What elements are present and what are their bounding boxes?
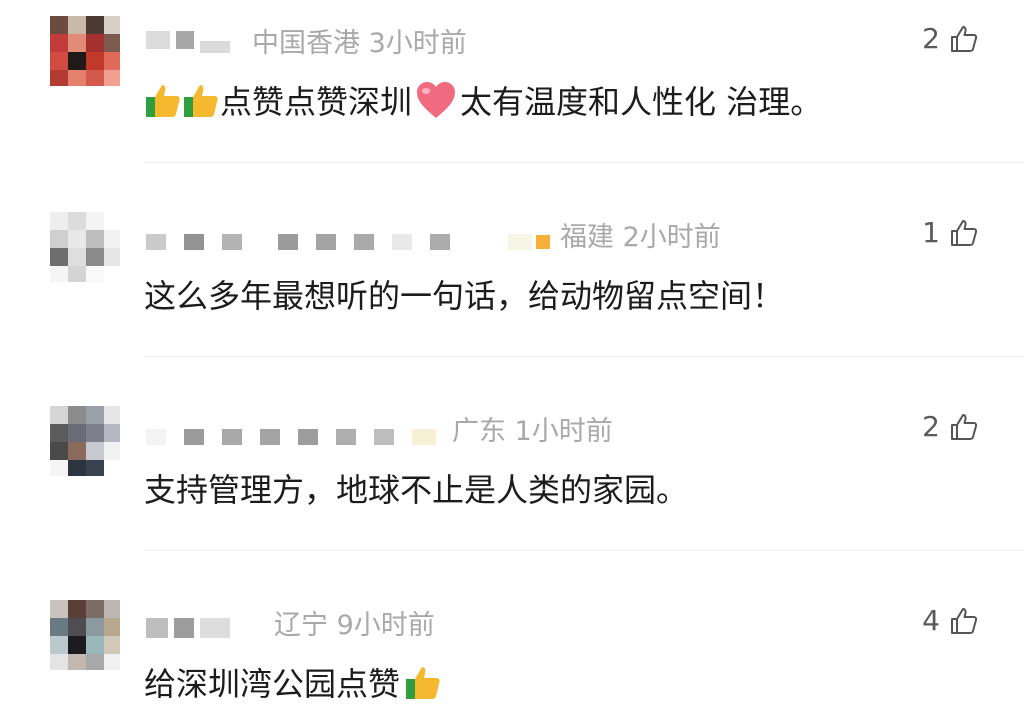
thumbs-up-outline-icon [951, 219, 978, 246]
comment-text-part: 支持管理方，地球不止是人类的家园。 [144, 471, 689, 509]
region-time: 福建 2小时前 [560, 221, 721, 253]
comment-meta: 辽宁 9小时前 [146, 602, 435, 642]
thumbs-up-emoji [146, 85, 180, 117]
comment-text-part: 点赞点赞深圳 [220, 83, 413, 121]
username-blurred[interactable] [146, 602, 230, 642]
region-time: 辽宁 9小时前 [274, 609, 435, 641]
divider [144, 162, 1024, 163]
comment-text: 给深圳湾公园点赞 [144, 660, 442, 704]
region-time: 中国香港 3小时前 [252, 27, 467, 59]
like-count: 4 [922, 604, 940, 637]
username-blurred[interactable] [146, 408, 436, 448]
comment-text-part: 给深圳湾公园点赞 [144, 665, 401, 703]
avatar[interactable] [50, 212, 120, 282]
avatar[interactable] [50, 16, 120, 86]
comment-text: 这么多年最想听的一句话，给动物留点空间！ [144, 272, 784, 316]
like-button[interactable]: 2 [922, 22, 980, 55]
like-count: 2 [922, 22, 940, 55]
comment-text: 支持管理方，地球不止是人类的家园。 [144, 466, 688, 510]
like-button[interactable]: 1 [922, 216, 980, 249]
thumbs-up-emoji [406, 667, 440, 699]
like-count: 2 [922, 410, 940, 443]
thumbs-up-emoji [184, 85, 218, 117]
comment-meta: 福建 2小时前 [146, 214, 721, 254]
comment-text: 点赞点赞深圳 太有温度和人性化 治理。 [144, 78, 822, 122]
comment-text-part: 这么多年最想听的一句话，给动物留点空间！ [144, 277, 785, 315]
thumbs-up-outline-icon [951, 607, 978, 634]
like-button[interactable]: 4 [922, 604, 980, 637]
region-time: 广东 1小时前 [452, 415, 613, 447]
comment-meta: 广东 1小时前 [146, 408, 613, 448]
thumbs-up-outline-icon [951, 413, 978, 440]
like-count: 1 [922, 216, 940, 249]
comment-text-part: 太有温度和人性化 治理。 [460, 83, 823, 121]
avatar[interactable] [50, 406, 120, 476]
heart-emoji [417, 82, 456, 118]
comment-meta: 中国香港 3小时前 [146, 20, 467, 60]
username-blurred[interactable] [146, 20, 230, 60]
thumbs-up-outline-icon [951, 25, 978, 52]
avatar[interactable] [50, 600, 120, 670]
like-button[interactable]: 2 [922, 410, 980, 443]
divider [144, 550, 1024, 551]
divider [144, 356, 1024, 357]
username-blurred[interactable] [146, 214, 550, 254]
